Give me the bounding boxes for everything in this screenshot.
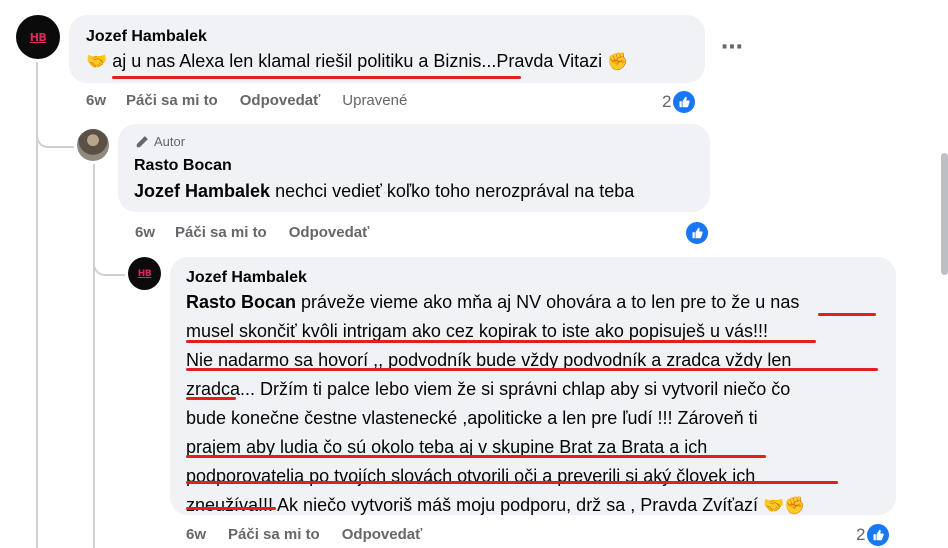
thumbs-up-icon	[671, 89, 698, 115]
reply-button[interactable]: Odpovedať	[342, 526, 423, 543]
more-options-icon[interactable]: ⋯	[721, 34, 744, 60]
comment-text: 🤝 aj u nas Alexa len klamal riešil polit…	[86, 47, 628, 76]
reply-button[interactable]: Odpovedať	[289, 224, 370, 241]
mention-link[interactable]: Rasto Bocan	[186, 292, 296, 312]
red-underline-annotation	[112, 76, 521, 79]
red-underline-annotation	[186, 368, 878, 371]
comment-line: zradca... Držím ti palce lebo viem že si…	[186, 379, 791, 399]
thumbs-up-icon	[865, 522, 892, 548]
mention-link[interactable]: Jozef Hambalek	[134, 181, 270, 201]
reaction-summary[interactable]: 2	[662, 89, 698, 115]
comment-text: Jozef Hambalek nechci vedieť koľko toho …	[134, 177, 634, 206]
comment-actions: 6w Páči sa mi to Odpovedať Upravené	[86, 92, 407, 109]
thumbs-up-icon	[684, 220, 710, 246]
comment-line: bude konečne čestne vlastenecké ,apoliti…	[186, 408, 758, 428]
red-underline-annotation	[186, 397, 236, 400]
avatar[interactable]: HB	[128, 257, 161, 290]
comment-line: zneužíva!!! Ak niečo vytvoriš máš moju p…	[186, 491, 886, 520]
handshake-fist-emoji: 🤝✊	[763, 496, 806, 515]
reaction-count: 2	[662, 92, 672, 111]
thread-line-reply	[93, 164, 95, 548]
thread-connector-reply2	[93, 248, 125, 276]
comment-line: podporovatelia po tvojích slovách otvori…	[186, 466, 756, 486]
author-badge-label: Autor	[154, 134, 186, 149]
comment-line: Rasto Bocan práveže vieme ako mňa aj NV …	[186, 292, 800, 312]
handshake-emoji: 🤝	[86, 52, 108, 71]
fist-emoji: ✊	[607, 52, 629, 71]
avatar-initials: HB	[29, 30, 47, 44]
comment-body: nechci vedieť koľko toho nerozprával na …	[275, 181, 635, 201]
comment-author[interactable]: Rasto Bocan	[134, 157, 232, 175]
comment-actions: 6w Páči sa mi to Odpovedať	[186, 526, 422, 543]
comment-actions: 6w Páči sa mi to Odpovedať	[135, 224, 369, 241]
red-underline-annotation	[186, 340, 816, 343]
avatar-initials: HB	[137, 268, 152, 279]
reply-button[interactable]: Odpovedať	[240, 92, 321, 109]
comment-age[interactable]: 6w	[135, 224, 155, 241]
comment-author[interactable]: Jozef Hambalek	[86, 28, 207, 46]
comment-age[interactable]: 6w	[186, 526, 206, 543]
avatar[interactable]	[77, 129, 109, 161]
comment-text: Rasto Bocan práveže vieme ako mňa aj NV …	[186, 288, 886, 520]
red-underline-annotation	[818, 313, 876, 316]
author-badge: Autor	[135, 134, 185, 149]
avatar[interactable]: HB	[16, 15, 60, 59]
comment-body: aj u nas Alexa len klamal riešil politik…	[112, 51, 603, 71]
scrollbar-thumb[interactable]	[941, 153, 948, 275]
thread-connector-reply1	[36, 118, 74, 148]
comment-author[interactable]: Jozef Hambalek	[186, 269, 307, 287]
pencil-icon	[136, 135, 148, 147]
like-button[interactable]: Páči sa mi to	[126, 92, 218, 109]
reaction-summary[interactable]	[684, 220, 710, 246]
red-underline-annotation	[186, 455, 766, 458]
like-button[interactable]: Páči sa mi to	[175, 224, 267, 241]
reaction-summary[interactable]: 2	[856, 522, 892, 548]
reaction-count: 2	[856, 525, 866, 544]
red-underline-annotation	[186, 481, 838, 484]
like-button[interactable]: Páči sa mi to	[228, 526, 320, 543]
red-underline-annotation	[186, 507, 276, 510]
comment-age[interactable]: 6w	[86, 92, 106, 109]
edited-label: Upravené	[342, 92, 408, 109]
